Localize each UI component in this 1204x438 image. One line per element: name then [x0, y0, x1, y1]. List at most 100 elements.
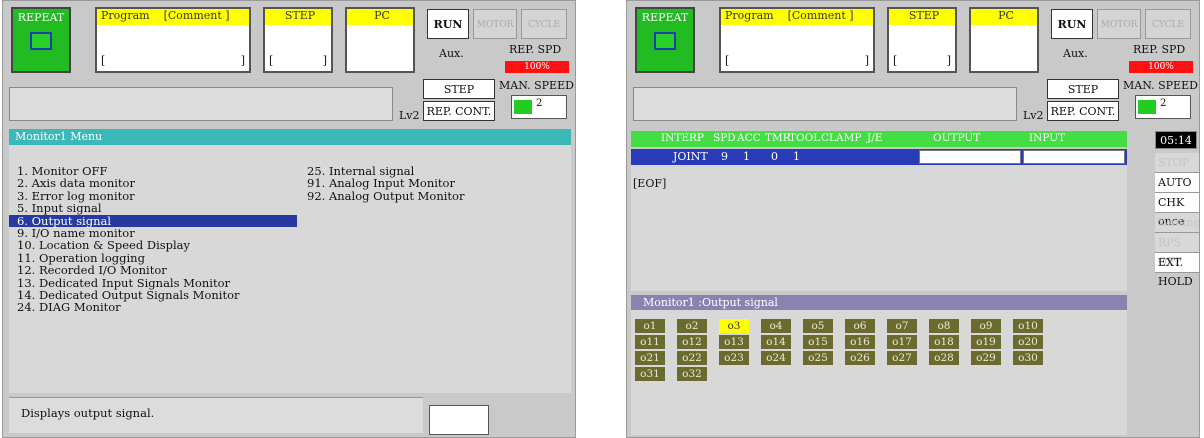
output-signal-o7: o7 — [887, 319, 917, 333]
step-box[interactable]: STEP [] — [263, 7, 333, 73]
output-signal-o24: o24 — [761, 351, 791, 365]
repeat-label: REPEAT — [641, 11, 689, 24]
step-cont-button[interactable]: STEP CONT. — [1047, 79, 1119, 116]
output-signal-o28: o28 — [929, 351, 959, 365]
status-bar: Displays output signal. — [9, 397, 423, 433]
comment-label: [Comment ] — [787, 9, 854, 22]
menu-item[interactable]: 2. Axis data monitor — [9, 177, 297, 190]
program-label: Program — [101, 9, 150, 22]
col-spd: SPD — [713, 132, 736, 144]
repeat-icon — [654, 32, 676, 50]
clock: 05:14 — [1155, 131, 1197, 149]
col-output: OUTPUT — [933, 132, 981, 144]
eof-marker: [EOF] — [633, 177, 667, 190]
menu-item[interactable]: 24. DIAG Monitor — [9, 301, 297, 314]
check-once-button[interactable]: CHK once — [1155, 193, 1199, 228]
status-box[interactable] — [429, 405, 489, 435]
step-row-selected[interactable]: JOINT 9 1 0 1 — [631, 149, 1127, 165]
output-signal-o1: o1 — [635, 319, 665, 333]
message-area — [633, 87, 1017, 121]
menu-item[interactable]: 92. Analog Output Monitor — [299, 189, 559, 202]
pc-box[interactable]: PC — [345, 7, 415, 73]
side-button-panel: STOP AUTO CHK once Waiting RPS OFF EXT. … — [1155, 153, 1199, 288]
program-listing: [EOF] — [631, 165, 1127, 291]
bracket-close: ] — [864, 54, 869, 67]
teach-pendant-screen-menu: REPEAT Program [Comment ] [] STEP [] PC … — [2, 0, 576, 438]
step-label: STEP — [889, 9, 955, 25]
output-signal-o23: o23 — [719, 351, 749, 365]
man-speed-indicator[interactable]: 2 — [511, 95, 567, 119]
output-field[interactable] — [919, 150, 1021, 164]
rps-off-button[interactable]: RPS OFF — [1155, 233, 1199, 268]
menu-column-1: 1. Monitor OFF 2. Axis data monitor 3. E… — [9, 165, 297, 314]
output-signal-o31: o31 — [635, 367, 665, 381]
cycle-button[interactable]: CYCLE — [521, 9, 567, 39]
output-signal-o14: o14 — [761, 335, 791, 349]
cycle-button[interactable]: CYCLE — [1145, 9, 1191, 39]
teach-pendant-screen-output: REPEAT Program [Comment ] [] STEP [] PC … — [626, 0, 1200, 438]
program-box[interactable]: Program [Comment ] [] — [95, 7, 251, 73]
auto-button[interactable]: AUTO — [1155, 173, 1199, 193]
man-speed-indicator[interactable]: 2 — [1135, 95, 1191, 119]
output-signal-o16: o16 — [845, 335, 875, 349]
man-speed-label: MAN. SPEED — [1123, 79, 1198, 92]
stop-button[interactable]: STOP — [1155, 153, 1199, 173]
menu-item[interactable]: 5. Input signal — [9, 202, 297, 215]
pc-box[interactable]: PC — [969, 7, 1039, 73]
repeat-icon — [30, 32, 52, 50]
output-signal-o15: o15 — [803, 335, 833, 349]
message-area — [9, 87, 393, 121]
output-signal-o12: o12 — [677, 335, 707, 349]
bracket-open: [ — [269, 54, 274, 67]
bracket-close: ] — [322, 54, 327, 67]
pc-label: PC — [971, 9, 1037, 25]
program-box[interactable]: Program [Comment ] [] — [719, 7, 875, 73]
cell-tool: 1 — [793, 150, 800, 163]
output-signal-o20: o20 — [1013, 335, 1043, 349]
man-speed-bar — [514, 100, 532, 114]
rep-cont-button[interactable]: REP. CONT. — [1047, 101, 1119, 121]
input-field[interactable] — [1023, 150, 1125, 164]
output-signal-o6: o6 — [845, 319, 875, 333]
step-label: STEP — [265, 9, 331, 25]
rep-cont-button[interactable]: REP. CONT. — [423, 101, 495, 121]
cell-spd: 9 — [721, 150, 728, 163]
level-label: Lv2 — [399, 109, 420, 122]
output-signal-o25: o25 — [803, 351, 833, 365]
col-tmr: TMR — [765, 132, 791, 144]
menu-item[interactable]: 10. Location & Speed Display — [9, 239, 297, 252]
output-signal-o19: o19 — [971, 335, 1001, 349]
aux-label: Aux. — [439, 47, 464, 60]
man-speed-label: MAN. SPEED — [499, 79, 574, 92]
program-label: Program — [725, 9, 774, 22]
output-signal-o4: o4 — [761, 319, 791, 333]
col-acc: ACC — [737, 132, 761, 144]
repeat-mode-button[interactable]: REPEAT — [635, 7, 695, 73]
aux-label: Aux. — [1063, 47, 1088, 60]
motor-button[interactable]: MOTOR — [473, 9, 517, 39]
man-speed-value: 2 — [536, 98, 543, 109]
output-signal-o3: o3 — [719, 319, 749, 333]
repeat-mode-button[interactable]: REPEAT — [11, 7, 71, 73]
rep-spd-label: REP. SPD — [509, 43, 562, 56]
output-signal-o11: o11 — [635, 335, 665, 349]
run-button[interactable]: RUN — [427, 9, 469, 39]
cell-tmr: 0 — [771, 150, 778, 163]
rep-spd-label: REP. SPD — [1133, 43, 1186, 56]
bracket-close: ] — [240, 54, 245, 67]
run-button[interactable]: RUN — [1051, 9, 1093, 39]
col-interp: INTERP — [661, 132, 704, 144]
step-cont-button[interactable]: STEP CONT. — [423, 79, 495, 116]
output-signal-o30: o30 — [1013, 351, 1043, 365]
waiting-button[interactable]: Waiting — [1155, 213, 1199, 233]
signal-grid: o1 o2 o3 o4 o5 o6 o7 o8 o9 o10 o11 o12 o13 o14 o15 o16 o… — [635, 319, 1105, 389]
motor-button[interactable]: MOTOR — [1097, 9, 1141, 39]
step-box[interactable]: STEP [] — [887, 7, 957, 73]
menu-item[interactable]: 12. Recorded I/O Monitor — [9, 264, 297, 277]
cell-interp: JOINT — [673, 150, 708, 163]
menu-item[interactable]: 91. Analog Input Monitor — [299, 177, 559, 190]
man-speed-bar — [1138, 100, 1156, 114]
col-je: J/E — [867, 132, 883, 144]
ext-hold-button[interactable]: EXT. HOLD — [1155, 253, 1199, 288]
output-signal-o8: o8 — [929, 319, 959, 333]
